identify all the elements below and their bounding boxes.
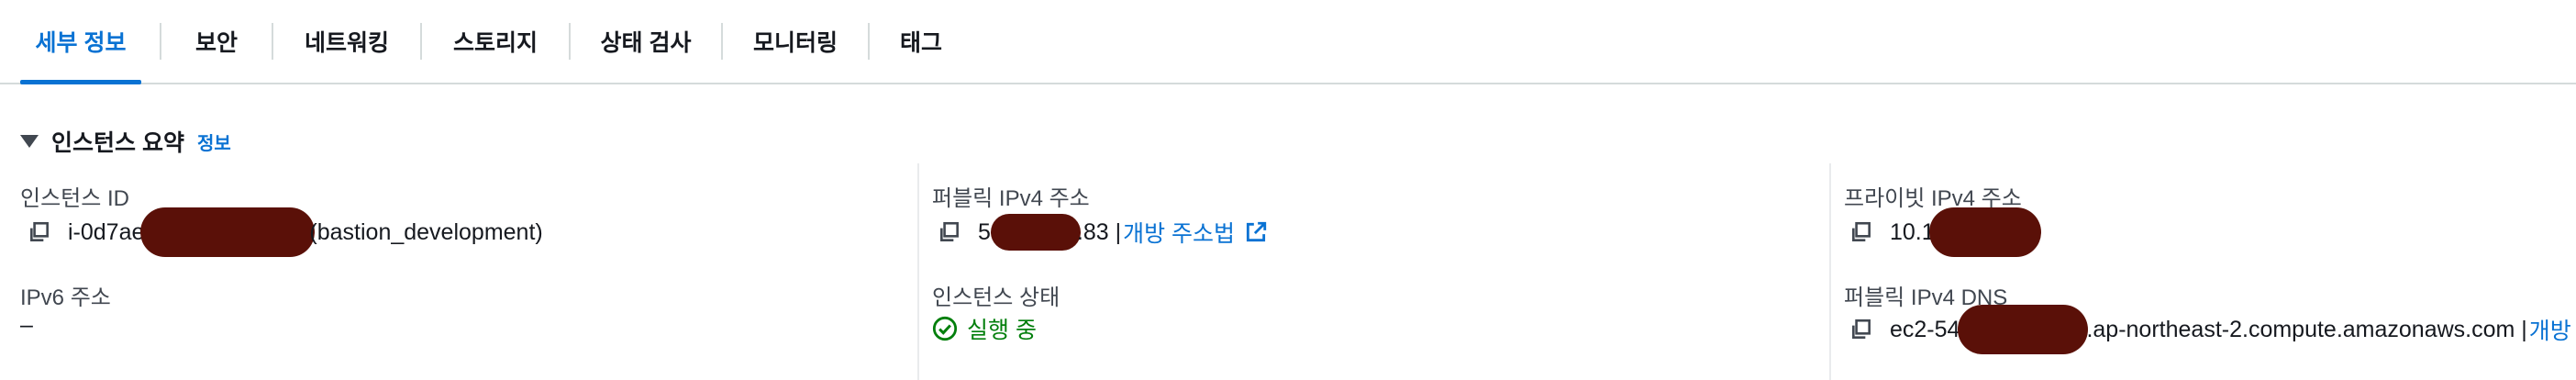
public-dns-value: ec2-54 .ap-northeast-2.compute.amazonaws…: [1849, 305, 2571, 354]
tab-status-checks[interactable]: 상태 검사: [571, 0, 721, 83]
tab-networking[interactable]: 네트워킹: [273, 0, 420, 83]
column-divider: [1829, 163, 1831, 380]
instance-state-text: 실행 중: [967, 318, 1037, 343]
public-ipv4-text: 5: [978, 218, 991, 245]
section-title: 인스턴스 요약: [51, 130, 184, 156]
public-ipv4-value: 5 .83 | 개방 주소법: [938, 207, 1268, 257]
tab-monitoring[interactable]: 모니터링: [723, 0, 868, 83]
instance-details-panel: 세부 정보 보안 네트워킹 스토리지 상태 검사 모니터링 태그 인스턴스 요약…: [0, 0, 2576, 380]
open-address-link[interactable]: 개방 주소법: [1123, 216, 1235, 249]
copy-icon[interactable]: [938, 220, 961, 244]
public-dns-text: ec2-54: [1890, 316, 1960, 342]
instance-state-label: 인스턴스 상태: [932, 285, 1060, 310]
private-ipv4-value: 10.1: [1849, 207, 2041, 257]
info-link[interactable]: 정보: [197, 129, 231, 155]
redaction-mark: [990, 214, 1081, 251]
tab-tags[interactable]: 태그: [870, 0, 972, 83]
tab-storage[interactable]: 스토리지: [422, 0, 569, 83]
private-ipv4-text: 10.1: [1890, 218, 1935, 245]
tab-details[interactable]: 세부 정보: [20, 0, 141, 84]
public-ipv4-suffix: .83 |: [1076, 218, 1122, 245]
copy-icon[interactable]: [1849, 220, 1873, 244]
caret-down-icon[interactable]: [20, 135, 39, 148]
column-divider: [917, 163, 919, 380]
instance-id-name: (bastion_development): [309, 218, 543, 245]
redaction-mark: [1958, 305, 2089, 354]
instance-id-text: i-0d7ae: [68, 218, 145, 245]
external-link-icon[interactable]: [1244, 220, 1268, 244]
ipv6-value: –: [20, 312, 33, 338]
check-circle-icon: [932, 316, 958, 341]
redaction-mark: [1928, 207, 2041, 257]
redaction-mark: [140, 207, 316, 257]
instance-id-value: i-0d7ae (bastion_development): [28, 207, 543, 257]
section-header[interactable]: 인스턴스 요약 정보: [20, 125, 231, 158]
tab-bar: 세부 정보 보안 네트워킹 스토리지 상태 검사 모니터링 태그: [0, 0, 2576, 84]
copy-icon[interactable]: [28, 220, 51, 244]
tab-security[interactable]: 보안: [161, 0, 272, 83]
public-dns-suffix: .ap-northeast-2.compute.amazonaws.com |: [2086, 316, 2527, 342]
ipv6-label: IPv6 주소: [20, 285, 111, 310]
instance-state-value: 실행 중: [932, 312, 1037, 345]
open-dns-link[interactable]: 개방: [2529, 313, 2571, 346]
copy-icon[interactable]: [1849, 318, 1873, 341]
